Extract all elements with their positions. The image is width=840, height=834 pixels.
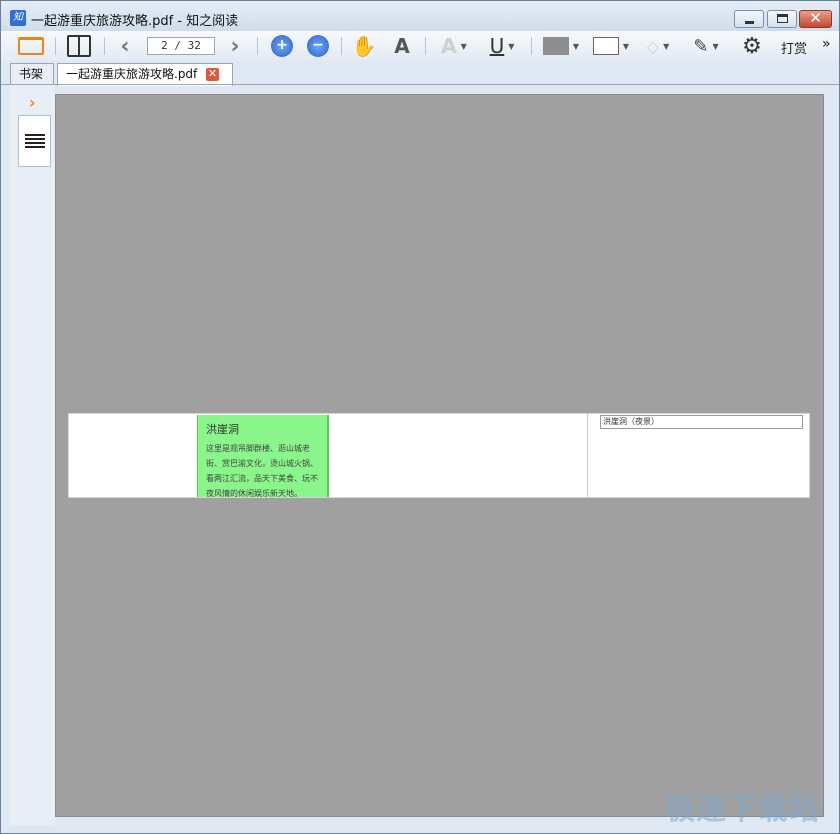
minimize-icon	[745, 21, 754, 24]
close-icon: ✕	[809, 9, 822, 27]
tab-divider	[1, 84, 839, 85]
zoom-in-button[interactable]: +	[267, 34, 297, 58]
toolbar-divider	[341, 37, 342, 55]
underline-button[interactable]: U ▼	[481, 34, 523, 58]
highlight-annotation[interactable]: 洪崖洞 这里是观吊脚群楼、逛山城老街、赏巴渝文化，烫山城火锅、看两江汇流，品天下…	[197, 415, 329, 498]
watermark-logo: 极速下载站	[665, 792, 820, 827]
section-title: 洪崖洞	[206, 423, 239, 436]
zoom-out-button[interactable]: −	[303, 34, 333, 58]
open-file-button[interactable]	[15, 34, 47, 58]
minimize-button[interactable]	[734, 10, 764, 28]
more-tools-button[interactable]: »	[822, 36, 831, 52]
folder-open-icon	[18, 37, 44, 55]
expand-sidebar-icon[interactable]: ›	[29, 93, 36, 112]
highlight-text-icon: A	[441, 34, 457, 58]
reward-button[interactable]: 打赏	[781, 38, 807, 57]
tab-bar: 书架 一起游重庆旅游攻略.pdf ✕	[1, 61, 839, 86]
rectangle-tool-button[interactable]: ▼	[589, 34, 633, 58]
document-viewport[interactable]: 洪崖洞 这里是观吊脚群楼、逛山城老街、赏巴渝文化，烫山城火锅、看两江汇流，品天下…	[55, 94, 824, 817]
pen-icon: ✎	[693, 35, 709, 57]
toolbar-divider	[531, 37, 532, 55]
hand-tool-button[interactable]: ✋	[349, 34, 379, 58]
dropdown-arrow-icon: ▼	[508, 41, 515, 51]
filled-rectangle-icon	[542, 37, 569, 55]
toolbar-divider	[257, 37, 258, 55]
pen-tool-button[interactable]: ✎ ▼	[685, 34, 727, 58]
hand-icon: ✋	[351, 34, 377, 58]
title-bar: 知 一起游重庆旅游攻略.pdf - 知之阅读 ✕	[1, 1, 839, 31]
app-logo-icon: 知	[10, 10, 26, 26]
dropdown-arrow-icon: ▼	[460, 41, 467, 51]
toolbar: ‹ 2 / 32 › + − ✋ A A ▼ U ▼ ▼ ▼ ◇ ▼ ✎ ▼ ⚙	[1, 31, 839, 61]
fill-rectangle-button[interactable]: ▼	[539, 34, 583, 58]
settings-button[interactable]: ⚙	[737, 33, 767, 59]
bookshelf-view-button[interactable]	[63, 34, 95, 58]
pdf-page: 洪崖洞 这里是观吊脚群楼、逛山城老街、赏巴渝文化，烫山城火锅、看两江汇流，品天下…	[68, 413, 810, 498]
text-select-button[interactable]: A	[387, 34, 417, 58]
text-cursor-icon: A	[394, 34, 410, 58]
toolbar-divider	[104, 37, 105, 55]
tab-label: 书架	[19, 67, 44, 81]
dropdown-arrow-icon: ▼	[572, 41, 580, 51]
book-icon	[67, 35, 91, 57]
dropdown-arrow-icon: ▼	[663, 41, 670, 51]
toolbar-divider	[55, 37, 56, 55]
tab-label: 一起游重庆旅游攻略.pdf	[66, 67, 198, 81]
dropdown-arrow-icon: ▼	[622, 41, 630, 51]
tab-document[interactable]: 一起游重庆旅游攻略.pdf ✕	[57, 63, 233, 86]
window-title: 一起游重庆旅游攻略.pdf - 知之阅读	[31, 14, 239, 29]
previous-page-button[interactable]: ‹	[113, 33, 137, 59]
list-icon	[25, 134, 45, 150]
chevron-right-icon: ›	[230, 33, 240, 59]
text-highlight-button[interactable]: A ▼	[433, 34, 475, 58]
underline-icon: U	[489, 34, 505, 58]
maximize-icon	[777, 14, 788, 23]
zoom-out-icon: −	[307, 35, 329, 57]
tab-bookshelf[interactable]: 书架	[10, 63, 54, 85]
app-window: 知 一起游重庆旅游攻略.pdf - 知之阅读 ✕ ‹ 2 / 32 › + − …	[0, 0, 840, 834]
section-body: 这里是观吊脚群楼、逛山城老街、赏巴渝文化，烫山城火锅、看两江汇流，品天下美食、玩…	[206, 444, 318, 498]
eraser-icon: ◇	[646, 36, 660, 56]
next-page-button[interactable]: ›	[223, 33, 247, 59]
maximize-button[interactable]	[767, 10, 797, 28]
zoom-in-icon: +	[271, 35, 293, 57]
close-window-button[interactable]: ✕	[799, 9, 832, 28]
close-tab-icon[interactable]: ✕	[206, 68, 219, 81]
gear-icon: ⚙	[742, 33, 762, 59]
side-panel: ›	[9, 85, 55, 825]
dropdown-arrow-icon: ▼	[712, 41, 719, 51]
photo-caption: 洪崖洞（夜景）	[600, 415, 803, 429]
toolbar-divider	[425, 37, 426, 55]
table-of-contents-button[interactable]	[18, 115, 51, 167]
rectangle-icon	[592, 37, 619, 55]
eraser-button[interactable]: ◇ ▼	[637, 34, 679, 58]
chevron-left-icon: ‹	[120, 33, 130, 59]
page-number-input[interactable]: 2 / 32	[147, 37, 215, 55]
page-column-divider	[587, 414, 588, 497]
